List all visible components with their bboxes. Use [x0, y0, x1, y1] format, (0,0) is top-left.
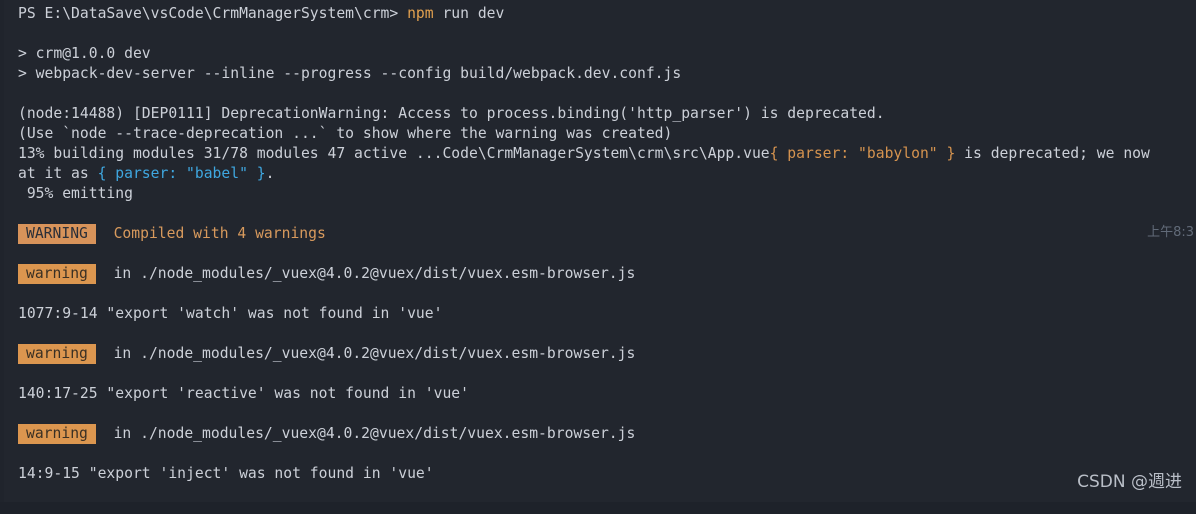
- terminal-left-gutter: [0, 0, 4, 514]
- warning-spacer-2: [96, 345, 114, 362]
- warning-summary-line: WARNING Compiled with 4 warnings: [18, 224, 326, 244]
- warning-spacer-3: [96, 425, 114, 442]
- warning-entry-3: warning in ./node_modules/_vuex@4.0.2@vu…: [18, 424, 635, 444]
- progress-building-tail: is deprecated; we now: [955, 145, 1150, 162]
- warning-badge-lower-1: warning: [18, 264, 96, 284]
- warning-badge-lower-2: warning: [18, 344, 96, 364]
- output-line-script-name: > crm@1.0.0 dev: [18, 45, 151, 62]
- warning-module-path-1: in ./node_modules/_vuex@4.0.2@vuex/dist/…: [113, 265, 636, 282]
- prompt-suffix: >: [389, 5, 408, 22]
- output-line-deprecation-hint: (Use `node --trace-deprecation ...` to s…: [18, 125, 673, 142]
- parser-suggestion-prefix: at it as: [18, 165, 98, 182]
- csdn-watermark: CSDN @週进: [1077, 472, 1182, 492]
- output-line-parser-suggestion: at it as { parser: "babel" }.: [18, 164, 274, 184]
- parser-babylon-token: { parser: "babylon" }: [769, 145, 956, 162]
- parser-babel-token: { parser: "babel" }: [97, 165, 266, 182]
- terminal-window[interactable]: PS E:\DataSave\vsCode\CrmManagerSystem\c…: [0, 0, 1196, 514]
- warning-spacer-1: [96, 265, 114, 282]
- warning-badge-lower-3: warning: [18, 424, 96, 444]
- terminal-bottom-strip: [0, 502, 1196, 514]
- warning-detail-1: 1077:9-14 "export 'watch' was not found …: [18, 305, 443, 322]
- warning-detail-3: 14:9-15 "export 'inject' was not found i…: [18, 465, 434, 482]
- timestamp-label: 上午8:3: [1147, 225, 1194, 240]
- warning-module-path-2: in ./node_modules/_vuex@4.0.2@vuex/dist/…: [113, 345, 636, 362]
- progress-building-text: 13% building modules 31/78 modules 47 ac…: [18, 145, 770, 162]
- output-line-script-command: > webpack-dev-server --inline --progress…: [18, 65, 682, 82]
- parser-suggestion-suffix: .: [265, 165, 275, 182]
- warning-module-path-3: in ./node_modules/_vuex@4.0.2@vuex/dist/…: [113, 425, 636, 442]
- warning-entry-2: warning in ./node_modules/_vuex@4.0.2@vu…: [18, 344, 635, 364]
- warning-summary-message: Compiled with 4 warnings: [113, 225, 326, 242]
- output-line-progress-emitting: 95% emitting: [18, 185, 133, 202]
- warning-entry-1: warning in ./node_modules/_vuex@4.0.2@vu…: [18, 264, 635, 284]
- output-line-deprecation-warning: (node:14488) [DEP0111] DeprecationWarnin…: [18, 105, 885, 122]
- prompt-path: E:\DataSave\vsCode\CrmManagerSystem\crm: [44, 5, 390, 22]
- prompt-prefix: PS: [18, 5, 45, 22]
- warning-detail-2: 140:17-25 "export 'reactive' was not fou…: [18, 385, 469, 402]
- prompt-line[interactable]: PS E:\DataSave\vsCode\CrmManagerSystem\c…: [18, 4, 504, 24]
- output-line-progress-building: 13% building modules 31/78 modules 47 ac…: [18, 144, 1196, 164]
- warning-badge: WARNING: [18, 224, 96, 244]
- command-args: run dev: [433, 5, 505, 22]
- command-name: npm: [407, 5, 434, 22]
- warning-summary-text: [96, 225, 114, 242]
